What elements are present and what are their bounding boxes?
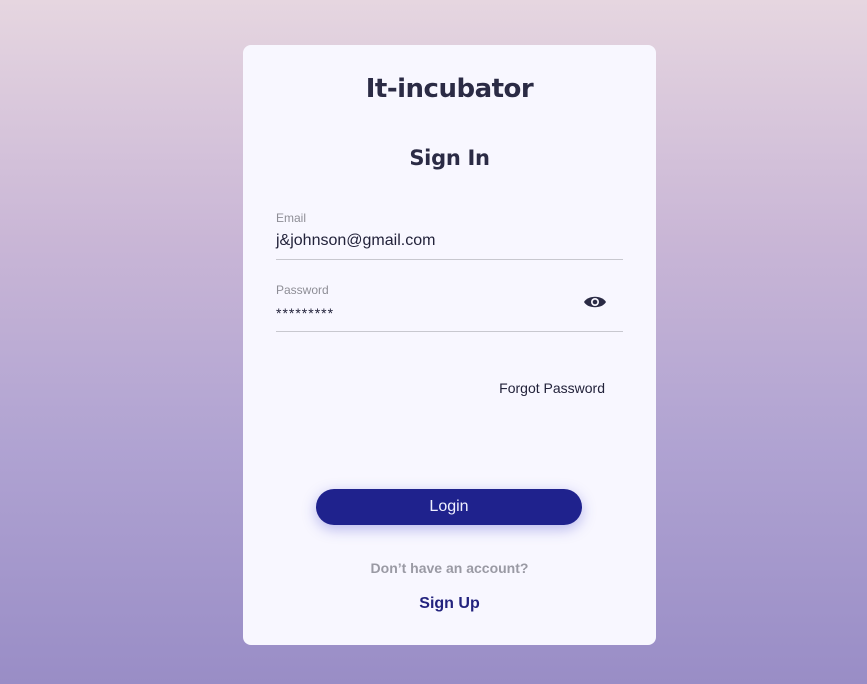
email-label: Email [276,211,307,225]
sign-in-card: It-incubator Sign In Email j&johnson@gma… [243,45,656,645]
email-value[interactable]: j&johnson@gmail.com [276,232,435,250]
page-title: Sign In [409,146,490,170]
password-field[interactable]: Password ********* [276,283,623,332]
email-field[interactable]: Email j&johnson@gmail.com [276,211,623,260]
login-button[interactable]: Login [316,489,582,525]
password-value[interactable]: ********* [276,305,334,321]
eye-icon[interactable] [583,295,607,309]
sign-up-link[interactable]: Sign Up [243,595,656,613]
forgot-password-link[interactable]: Forgot Password [499,380,605,396]
password-label: Password [276,283,329,297]
app-title: It-incubator [365,74,534,104]
no-account-text: Don’t have an account? [370,560,529,576]
